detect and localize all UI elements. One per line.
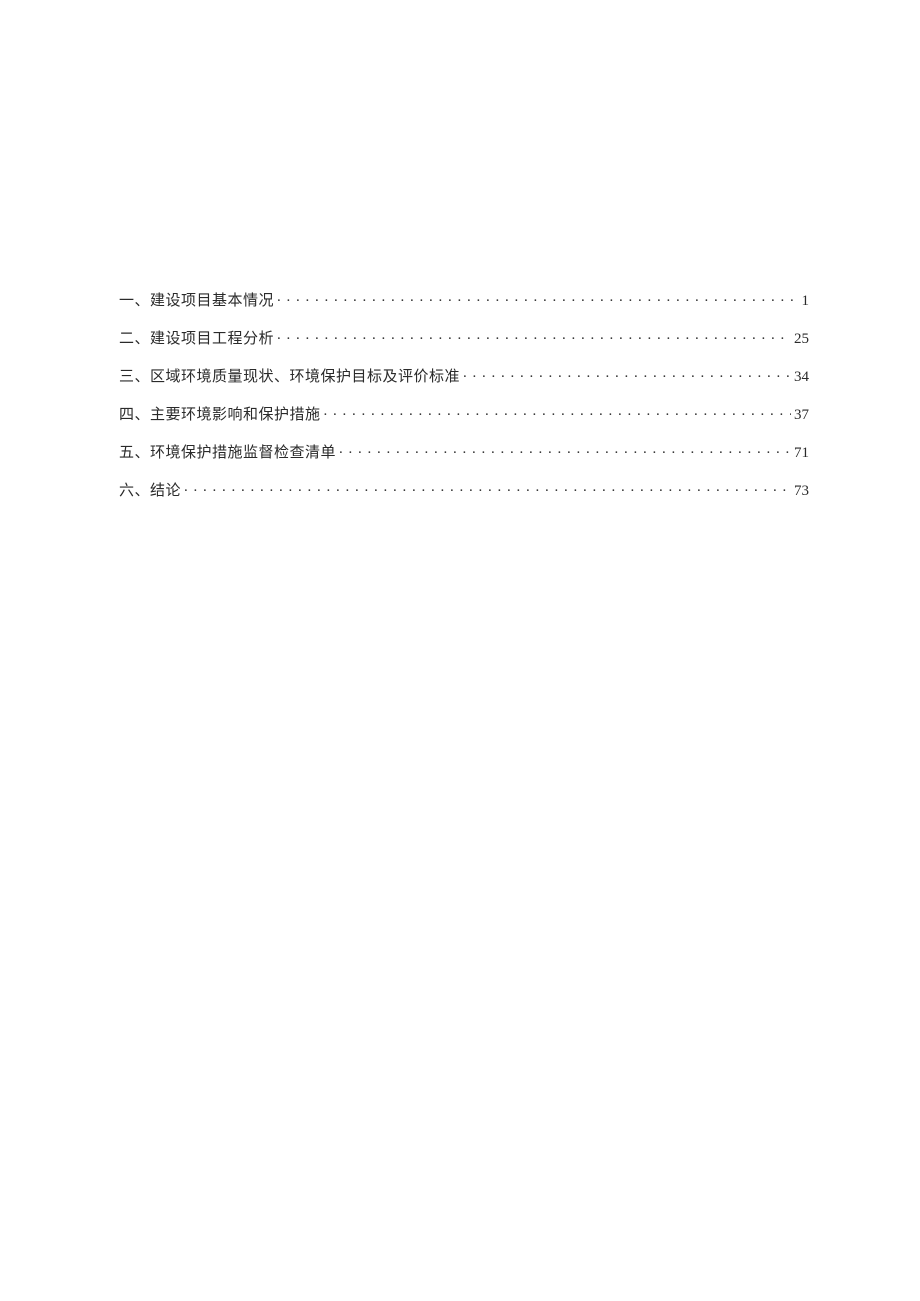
toc-leader-dots <box>324 404 791 419</box>
toc-entry-page: 25 <box>794 332 809 347</box>
table-of-contents: 一、建设项目基本情况 1 二、建设项目工程分析 25 三、区域环境质量现状、环境… <box>119 290 809 499</box>
toc-entry: 四、主要环境影响和保护措施 37 <box>119 404 809 423</box>
toc-entry-page: 34 <box>794 370 809 385</box>
toc-entry: 二、建设项目工程分析 25 <box>119 328 809 347</box>
toc-entry: 五、环境保护措施监督检查清单 71 <box>119 442 809 461</box>
toc-entry-page: 1 <box>802 294 810 309</box>
toc-entry-title: 四、主要环境影响和保护措施 <box>119 408 321 423</box>
toc-leader-dots <box>339 442 791 457</box>
toc-entry: 一、建设项目基本情况 1 <box>119 290 809 309</box>
toc-entry-title: 六、结论 <box>119 484 181 499</box>
toc-entry-page: 37 <box>794 408 809 423</box>
toc-leader-dots <box>277 328 791 343</box>
toc-entry-page: 71 <box>794 446 809 461</box>
toc-entry-title: 一、建设项目基本情况 <box>119 294 274 309</box>
toc-leader-dots <box>277 290 798 305</box>
toc-leader-dots <box>184 480 791 495</box>
toc-leader-dots <box>463 366 791 381</box>
toc-entry-title: 三、区域环境质量现状、环境保护目标及评价标准 <box>119 370 460 385</box>
toc-entry-page: 73 <box>794 484 809 499</box>
toc-entry-title: 五、环境保护措施监督检查清单 <box>119 446 336 461</box>
toc-entry: 三、区域环境质量现状、环境保护目标及评价标准 34 <box>119 366 809 385</box>
toc-entry: 六、结论 73 <box>119 480 809 499</box>
toc-entry-title: 二、建设项目工程分析 <box>119 332 274 347</box>
